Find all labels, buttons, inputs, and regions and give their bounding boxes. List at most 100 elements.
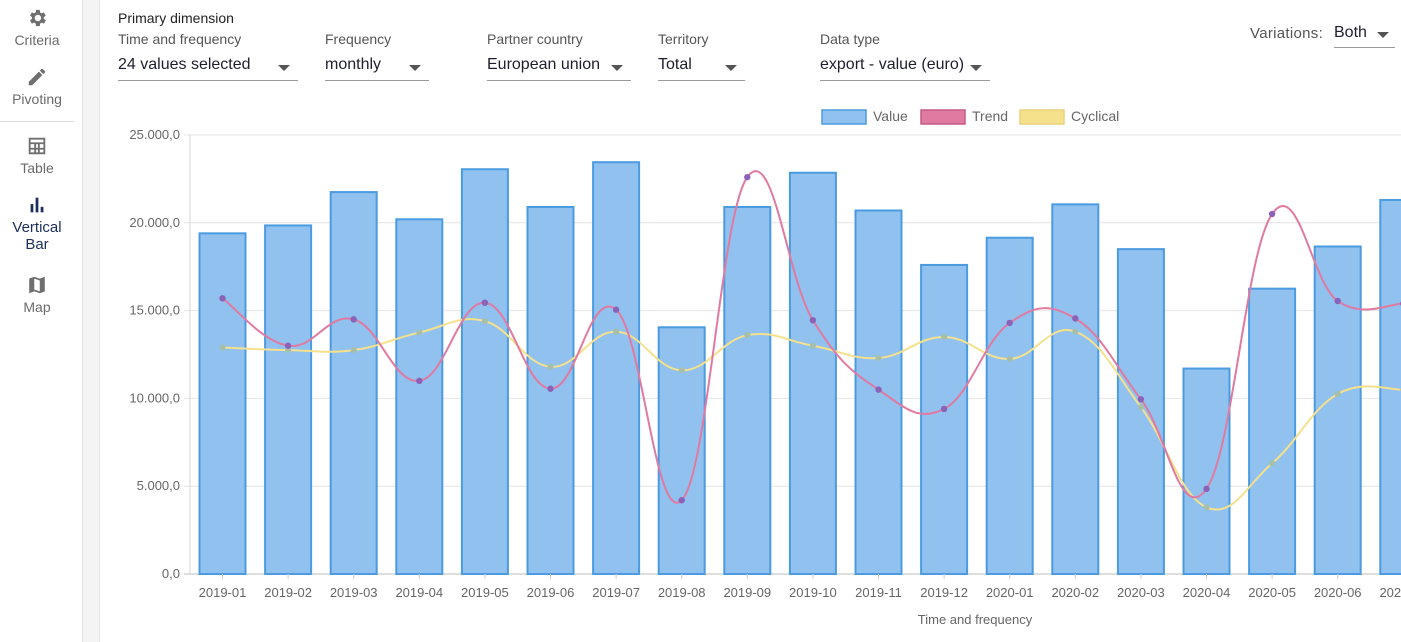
cyclical-point — [1203, 504, 1210, 511]
x-tick-label: 2019-02 — [264, 585, 312, 600]
bar — [788, 171, 837, 575]
variations-value: Both — [1334, 24, 1367, 41]
pencil-icon — [28, 68, 46, 86]
legend-swatch — [821, 109, 867, 125]
data-type-label: Data type — [820, 31, 880, 47]
frequency-select[interactable]: monthly — [325, 53, 429, 81]
trend-point — [547, 385, 554, 392]
trend-point — [1203, 485, 1210, 493]
data-type-value: export - value (euro) — [820, 56, 965, 73]
variations-select[interactable]: Both — [1334, 22, 1395, 48]
primary-dimension-label: Primary dimension — [118, 10, 234, 26]
chevron-down-icon — [970, 65, 982, 71]
bar — [1313, 245, 1362, 575]
y-tick-label: 5.000,0 — [137, 478, 180, 493]
trend-point — [350, 316, 357, 323]
x-tick-label: 2019-06 — [527, 585, 575, 600]
x-tick-label: 2019-07 — [592, 585, 640, 600]
trend-point — [612, 306, 620, 313]
bar — [723, 205, 772, 575]
y-tick-label: 20.000,0 — [129, 215, 180, 230]
trend-point — [678, 497, 685, 504]
legend-swatch — [920, 109, 966, 125]
sidebar-item-pivoting[interactable]: Pivoting — [0, 66, 74, 108]
bar — [1248, 287, 1297, 575]
trend-point — [219, 295, 226, 302]
x-tick-label: 2019-03 — [330, 585, 378, 600]
x-tick-label: 2019-08 — [658, 585, 706, 600]
y-tick-label: 0,0 — [162, 566, 180, 581]
legend-swatch — [1019, 109, 1065, 125]
chevron-down-icon — [1377, 32, 1389, 38]
sidebar-item-label: Criteria — [14, 32, 60, 48]
trend-point — [809, 317, 817, 324]
partner-country-select[interactable]: European union — [487, 53, 631, 81]
sidebar-item-vertical-bar[interactable]: Vertical Bar — [0, 194, 74, 253]
x-tick-label: 2019-09 — [723, 585, 771, 600]
time-frequency-select[interactable]: 24 values selected — [118, 53, 298, 81]
cyclical-point — [547, 363, 554, 370]
bar — [1051, 203, 1100, 575]
trend-point — [284, 342, 292, 349]
x-tick-label: 2019-05 — [461, 585, 509, 600]
x-tick-label: 2019-11 — [855, 585, 902, 600]
sidebar-item-criteria[interactable]: Criteria — [0, 7, 74, 49]
territory-value: Total — [658, 56, 692, 73]
legend-label: Trend — [972, 108, 1008, 124]
territory-select[interactable]: Total — [658, 53, 745, 81]
x-tick-label: 2019-12 — [920, 585, 968, 600]
y-tick-label: 15.000,0 — [129, 303, 180, 318]
map-icon — [29, 276, 45, 294]
bar — [264, 224, 313, 576]
y-tick-label: 10.000,0 — [129, 390, 180, 405]
trend-point — [875, 386, 882, 393]
x-axis-label: Time and frequency — [918, 612, 1033, 627]
sidebar-item-table[interactable]: Table — [0, 135, 74, 177]
chevron-down-icon — [409, 65, 421, 71]
partner-country-label: Partner country — [487, 31, 583, 47]
cyclical-point — [219, 344, 226, 351]
bar — [1116, 248, 1165, 575]
legend-label: Value — [873, 108, 908, 124]
territory-label: Territory — [658, 31, 709, 47]
x-tick-label: 2020-07 — [1379, 585, 1401, 600]
sidebar-item-map[interactable]: Map — [0, 274, 74, 316]
cyclical-point — [875, 355, 882, 362]
time-frequency-label: Time and frequency — [118, 31, 242, 47]
sidebar-divider — [0, 121, 74, 122]
x-tick-label: 2020-03 — [1117, 585, 1165, 600]
vertical-bar-chart: 0,0 5.000,0 10.000,0 15.000,0 20.000,0 25.000… — [129, 108, 1401, 627]
chevron-down-icon — [278, 65, 290, 71]
data-type-select[interactable]: export - value (euro) — [820, 53, 990, 81]
bar — [460, 168, 509, 575]
bar — [920, 263, 969, 575]
sidebar-gutter — [83, 0, 100, 642]
trend-point — [416, 377, 423, 385]
chevron-down-icon — [611, 65, 623, 71]
x-tick-label: 2019-01 — [199, 585, 247, 600]
cyclical-point — [1334, 391, 1341, 398]
x-tick-label: 2020-04 — [1183, 585, 1231, 600]
bar — [198, 232, 247, 575]
left-sidebar: Criteria Pivoting Table Vertical Bar Map — [0, 0, 83, 642]
cyclical-point — [481, 318, 488, 325]
frequency-value: monthly — [325, 56, 382, 73]
chevron-down-icon — [725, 65, 737, 71]
trend-point — [1137, 396, 1145, 403]
variations-label: Variations: — [1250, 25, 1324, 42]
bar — [592, 161, 641, 576]
time-frequency-value: 24 values selected — [118, 56, 251, 73]
cyclical-point — [1269, 460, 1276, 467]
cyclical-point — [744, 332, 751, 339]
cyclical-point — [1137, 404, 1144, 411]
partner-country-value: European union — [487, 56, 600, 73]
bar — [395, 218, 444, 576]
x-tick-label: 2020-05 — [1248, 585, 1296, 600]
x-tick-label: 2020-01 — [986, 585, 1034, 600]
cyclical-point — [416, 329, 423, 336]
sidebar-item-label: Map — [23, 299, 51, 315]
cyclical-point — [1006, 355, 1013, 362]
y-tick-label: 25.000,0 — [129, 127, 180, 142]
gear-icon — [30, 9, 46, 27]
sidebar-item-label: Table — [20, 160, 54, 176]
